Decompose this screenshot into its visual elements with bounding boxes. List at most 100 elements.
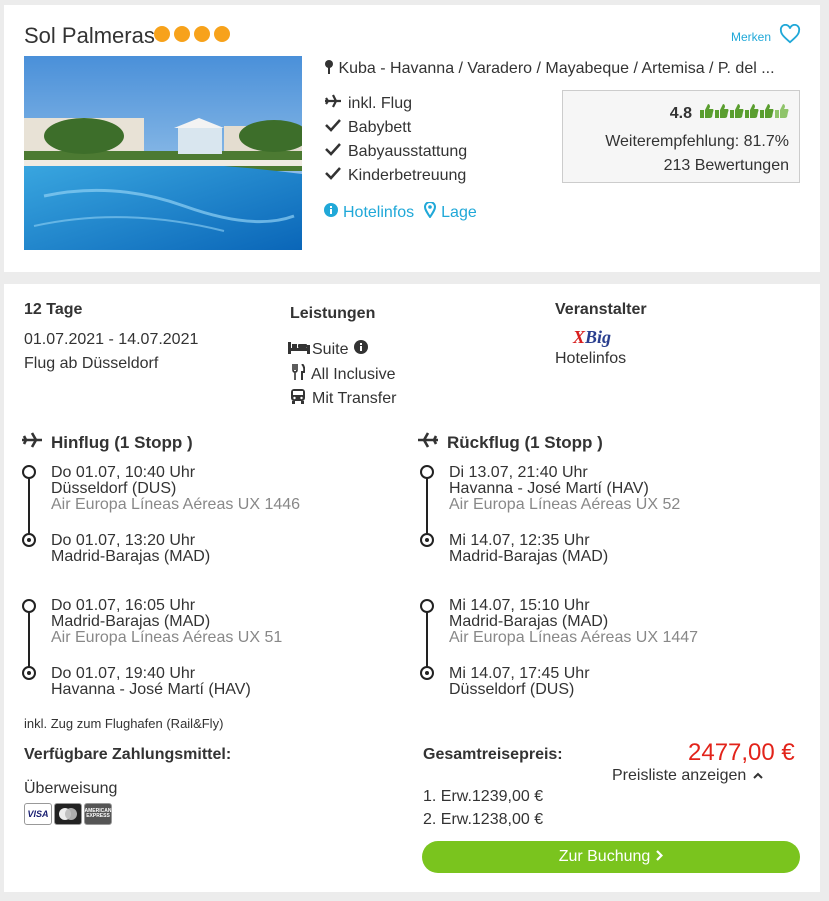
rating-score: 4.8	[669, 104, 692, 122]
chevron-up-icon	[753, 766, 763, 784]
hinflug-leg-1-arrival: Do 01.07, 13:20 Uhr Madrid-Barajas (MAD)	[51, 533, 210, 565]
travel-dates: 01.07.2021 - 14.07.2021	[24, 331, 199, 348]
feature-babybett: Babybett	[324, 117, 411, 138]
heart-icon[interactable]	[779, 23, 801, 49]
hotel-name[interactable]: Sol Palmeras	[24, 23, 155, 49]
cutlery-icon	[292, 363, 306, 385]
arrival-time: Do 01.07, 13:20 Uhr	[51, 532, 196, 549]
thumb-up-icon	[775, 103, 789, 124]
thumb-up-icon	[700, 103, 714, 124]
timeline-node	[420, 599, 434, 613]
rating-score-row: 4.8	[670, 103, 789, 124]
thumb-up-icon	[730, 103, 744, 124]
hotel-links: Hotelinfos Lage	[324, 201, 477, 223]
thumb-up-icon	[745, 103, 759, 124]
mastercard-icon	[54, 803, 82, 825]
plane-return-icon	[417, 431, 439, 454]
rueckflug-leg-1: Di 13.07, 21:40 Uhr Havanna - José Martí…	[449, 465, 680, 513]
info-icon	[324, 203, 338, 222]
thumb-up-icon	[760, 103, 774, 124]
rueckflug-leg-2: Mi 14.07, 15:10 Uhr Madrid-Barajas (MAD)…	[449, 598, 698, 646]
duration: 12 Tage	[24, 301, 83, 318]
hotel-card: Sol Palmeras Merken Kuba - Havanna / Var…	[4, 5, 820, 272]
timeline-line	[28, 472, 30, 540]
plane-icon	[324, 93, 342, 114]
leistungen-title: Leistungen	[290, 305, 376, 322]
departure-time: Di 13.07, 21:40 Uhr	[449, 464, 588, 481]
preisliste-toggle[interactable]: Preisliste anzeigen	[612, 766, 763, 785]
bed-icon	[288, 340, 310, 359]
check-icon	[324, 117, 342, 138]
departure-time: Do 01.07, 16:05 Uhr	[51, 597, 196, 614]
rail-note: inkl. Zug zum Flughafen (Rail&Fly)	[24, 716, 224, 731]
feature-flug: inkl. Flug	[324, 93, 412, 114]
lage-link[interactable]: Lage	[424, 201, 477, 223]
timeline-line	[426, 472, 428, 540]
star-icon	[194, 26, 210, 42]
payment-method: Überweisung	[24, 780, 118, 797]
map-marker-icon	[424, 201, 437, 223]
departure-airport: Madrid-Barajas (MAD)	[51, 613, 211, 630]
veranstalter-hotelinfos-link[interactable]: Hotelinfos	[555, 350, 626, 368]
timeline-node	[420, 666, 434, 680]
veranstalter-logo: XBig	[573, 327, 612, 347]
star-icon	[154, 26, 170, 42]
plane-icon	[21, 431, 43, 454]
rating-box[interactable]: 4.8 Weiterempfehlung: 81.7% 213 Bewertun…	[562, 90, 800, 183]
airline: Air Europa Líneas Aéreas UX 51	[51, 629, 283, 646]
hinflug-header: Hinflug (1 Stopp )	[21, 431, 193, 454]
arrival-airport: Düsseldorf (DUS)	[449, 681, 575, 698]
leistung-room: Suite	[288, 340, 369, 359]
check-icon	[324, 165, 342, 186]
timeline-node	[420, 465, 434, 479]
leistung-transfer: Mit Transfer	[290, 388, 396, 409]
amex-icon: AMERICAN EXPRESS	[84, 803, 112, 825]
check-icon	[324, 141, 342, 162]
hotel-image[interactable]	[24, 56, 302, 250]
book-button[interactable]: Zur Buchung	[422, 841, 800, 873]
timeline-node	[22, 666, 36, 680]
bus-icon	[290, 388, 306, 409]
departure-time: Mi 14.07, 15:10 Uhr	[449, 597, 590, 614]
hotel-stars	[154, 26, 230, 42]
location: Kuba - Havanna / Varadero / Mayabeque / …	[324, 59, 775, 80]
chevron-right-icon	[656, 848, 664, 866]
hotelinfos-link[interactable]: Hotelinfos	[324, 203, 414, 222]
feature-label: inkl. Flug	[348, 94, 413, 112]
feature-label: Babybett	[348, 118, 412, 136]
timeline-line	[426, 606, 428, 674]
star-icon	[214, 26, 230, 42]
location-text: Kuba - Havanna / Varadero / Mayabeque / …	[338, 60, 775, 77]
visa-icon: VISA	[24, 803, 52, 825]
thumb-up-icon	[715, 103, 729, 124]
merken-link[interactable]: Merken	[731, 30, 771, 44]
arrival-time: Mi 14.07, 12:35 Uhr	[449, 532, 590, 549]
hinflug-leg-2: Do 01.07, 16:05 Uhr Madrid-Barajas (MAD)…	[51, 598, 282, 646]
departure-time: Do 01.07, 10:40 Uhr	[51, 464, 196, 481]
offer-card: 12 Tage 01.07.2021 - 14.07.2021 Flug ab …	[4, 284, 820, 892]
airline: Air Europa Líneas Aéreas UX 1447	[449, 629, 699, 646]
timeline-node	[420, 533, 434, 547]
leistung-board: All Inclusive	[292, 363, 395, 385]
rueckflug-leg-1-arrival: Mi 14.07, 12:35 Uhr Madrid-Barajas (MAD)	[449, 533, 608, 565]
timeline-node	[22, 465, 36, 479]
arrival-time: Do 01.07, 19:40 Uhr	[51, 665, 196, 682]
arrival-airport: Havanna - José Martí (HAV)	[51, 681, 251, 698]
departure-airport: Flug ab Düsseldorf	[24, 355, 159, 372]
price-line: 2. Erw.1238,00 €	[423, 811, 544, 828]
info-icon[interactable]	[354, 340, 369, 359]
map-pin-icon	[324, 59, 334, 80]
recommendation: Weiterempfehlung: 81.7%	[605, 133, 789, 150]
arrival-airport: Madrid-Barajas (MAD)	[51, 548, 211, 565]
feature-kinderbetreuung: Kinderbetreuung	[324, 165, 466, 186]
feature-babyausstattung: Babyausstattung	[324, 141, 467, 162]
airline: Air Europa Líneas Aéreas UX 52	[449, 496, 681, 513]
arrival-time: Mi 14.07, 17:45 Uhr	[449, 665, 590, 682]
departure-airport: Madrid-Barajas (MAD)	[449, 613, 609, 630]
hinflug-leg-1: Do 01.07, 10:40 Uhr Düsseldorf (DUS) Air…	[51, 465, 300, 513]
veranstalter-title: Veranstalter	[555, 301, 647, 318]
total-title: Gesamtreisepreis:	[423, 746, 563, 763]
departure-airport: Havanna - José Martí (HAV)	[449, 480, 649, 497]
thumbs-rating	[700, 103, 789, 124]
rueckflug-leg-2-arrival: Mi 14.07, 17:45 Uhr Düsseldorf (DUS)	[449, 666, 590, 698]
